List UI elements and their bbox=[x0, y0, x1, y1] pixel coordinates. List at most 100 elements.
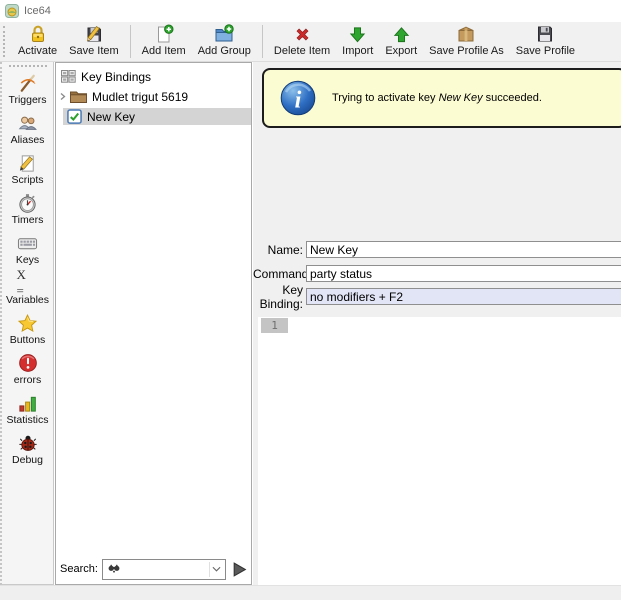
tree-item-new-key[interactable]: New Key bbox=[63, 108, 251, 125]
activation-notice: i Trying to activate key New Key succeed… bbox=[262, 68, 621, 128]
editor-sidebar: Triggers Aliases Scripts Timers Keys bbox=[0, 62, 54, 585]
sidebar-item-label: Scripts bbox=[11, 174, 43, 186]
keybindings-tree: Key Bindings Mudlet trigut 5619 New Key bbox=[56, 63, 251, 125]
chevron-right-icon[interactable] bbox=[58, 92, 67, 101]
sidebar-item-triggers[interactable]: Triggers bbox=[2, 71, 53, 107]
import-arrow-icon bbox=[348, 24, 368, 44]
toolbar-label: Activate bbox=[18, 45, 57, 57]
binoculars-icon bbox=[107, 562, 121, 576]
add-item-button[interactable]: Add Item bbox=[136, 22, 192, 61]
ladybug-icon bbox=[17, 432, 39, 454]
variables-icon: X = bbox=[17, 272, 39, 294]
delete-item-button[interactable]: Delete Item bbox=[268, 22, 336, 61]
toolbar-label: Save Profile bbox=[516, 45, 575, 57]
script-pencil-icon bbox=[17, 152, 39, 174]
toolbar-label: Save Profile As bbox=[429, 45, 504, 57]
toolbar-label: Delete Item bbox=[274, 45, 330, 57]
keyboard-small-icon bbox=[61, 70, 76, 83]
status-bar bbox=[0, 585, 621, 600]
error-icon bbox=[17, 352, 39, 374]
save-profile-button[interactable]: Save Profile bbox=[510, 22, 581, 61]
toolbar-separator bbox=[262, 25, 263, 58]
sidebar-drag-handle[interactable] bbox=[9, 65, 47, 67]
title-bar: Ice64 bbox=[0, 0, 621, 22]
sidebar-item-errors[interactable]: errors bbox=[2, 351, 53, 387]
toolbar-label: Add Item bbox=[142, 45, 186, 57]
main-toolbar: Activate Save Item Add Item Add Group bbox=[0, 22, 621, 62]
notice-key-name: New Key bbox=[439, 92, 483, 104]
toolbar-label: Add Group bbox=[198, 45, 251, 57]
padlock-icon bbox=[28, 24, 48, 44]
svg-text:i: i bbox=[295, 88, 302, 114]
tree-item-label: Mudlet trigut 5619 bbox=[92, 90, 188, 104]
wand-icon bbox=[17, 72, 39, 94]
tree-item-label: Key Bindings bbox=[81, 70, 151, 84]
search-label: Search: bbox=[60, 563, 98, 575]
keybinding-row: Key Binding: bbox=[253, 288, 621, 305]
sidebar-item-label: Buttons bbox=[10, 334, 46, 346]
tree-item-key-bindings-root[interactable]: Key Bindings bbox=[56, 68, 251, 85]
stopwatch-icon bbox=[17, 192, 39, 214]
name-field[interactable] bbox=[306, 241, 621, 258]
key-editor-panel: i Trying to activate key New Key succeed… bbox=[253, 62, 621, 585]
export-button[interactable]: Export bbox=[379, 22, 423, 61]
chevron-down-icon[interactable] bbox=[209, 562, 223, 577]
name-row: Name: bbox=[253, 241, 621, 258]
save-item-button[interactable]: Save Item bbox=[63, 22, 125, 61]
sidebar-item-label: Statistics bbox=[6, 414, 48, 426]
search-go-button[interactable] bbox=[230, 560, 248, 578]
tree-item-label: New Key bbox=[87, 110, 135, 124]
sidebar-item-buttons[interactable]: Buttons bbox=[2, 311, 53, 347]
tree-search-row: Search: bbox=[60, 558, 248, 580]
add-group-icon bbox=[214, 24, 234, 44]
app-icon bbox=[5, 4, 19, 18]
people-icon bbox=[17, 112, 39, 134]
sidebar-item-timers[interactable]: Timers bbox=[2, 191, 53, 227]
keyboard-icon bbox=[17, 232, 39, 254]
sidebar-item-aliases[interactable]: Aliases bbox=[2, 111, 53, 147]
name-label: Name: bbox=[253, 243, 303, 257]
window-title: Ice64 bbox=[24, 5, 51, 17]
activate-button[interactable]: Activate bbox=[12, 22, 63, 61]
sidebar-item-label: Timers bbox=[12, 214, 44, 226]
sidebar-item-variables[interactable]: X = Variables bbox=[2, 271, 53, 307]
notice-text: Trying to activate key New Key succeeded… bbox=[332, 92, 542, 104]
delete-x-icon bbox=[292, 24, 312, 44]
save-profile-as-button[interactable]: Save Profile As bbox=[423, 22, 510, 61]
toolbar-label: Import bbox=[342, 45, 373, 57]
sidebar-item-scripts[interactable]: Scripts bbox=[2, 151, 53, 187]
toolbar-label: Export bbox=[385, 45, 417, 57]
sidebar-item-keys[interactable]: Keys bbox=[2, 231, 53, 267]
keybinding-field[interactable] bbox=[306, 288, 621, 305]
add-item-icon bbox=[154, 24, 174, 44]
sidebar-item-label: Variables bbox=[6, 294, 49, 306]
star-icon bbox=[17, 312, 39, 334]
script-editor[interactable]: 1 bbox=[258, 317, 621, 585]
sidebar-item-label: Keys bbox=[16, 254, 39, 266]
search-combobox[interactable] bbox=[102, 559, 226, 580]
sidebar-item-debug[interactable]: Debug bbox=[2, 431, 53, 467]
floppy-disk-icon bbox=[535, 24, 555, 44]
search-input[interactable] bbox=[123, 561, 207, 578]
command-row: Command: bbox=[253, 265, 621, 282]
sidebar-item-label: Debug bbox=[12, 454, 43, 466]
bar-chart-icon bbox=[17, 392, 39, 414]
mudlet-editor-window: Ice64 Activate Save Item Add Item bbox=[0, 0, 621, 600]
sidebar-item-label: Aliases bbox=[11, 134, 45, 146]
sidebar-item-label: Triggers bbox=[8, 94, 46, 106]
export-arrow-icon bbox=[391, 24, 411, 44]
add-group-button[interactable]: Add Group bbox=[192, 22, 257, 61]
import-button[interactable]: Import bbox=[336, 22, 379, 61]
command-field[interactable] bbox=[306, 265, 621, 282]
sidebar-item-statistics[interactable]: Statistics bbox=[2, 391, 53, 427]
line-number: 1 bbox=[261, 318, 288, 333]
toolbar-separator bbox=[130, 25, 131, 58]
sidebar-item-label: errors bbox=[14, 374, 41, 386]
toolbar-drag-handle[interactable] bbox=[3, 26, 5, 57]
checked-checkbox-icon[interactable] bbox=[67, 109, 82, 124]
info-icon: i bbox=[280, 80, 316, 116]
keybindings-tree-panel: Key Bindings Mudlet trigut 5619 New Key … bbox=[55, 62, 252, 585]
save-item-icon bbox=[84, 24, 104, 44]
command-label: Command: bbox=[253, 267, 303, 281]
tree-item-profile-group[interactable]: Mudlet trigut 5619 bbox=[56, 88, 251, 105]
